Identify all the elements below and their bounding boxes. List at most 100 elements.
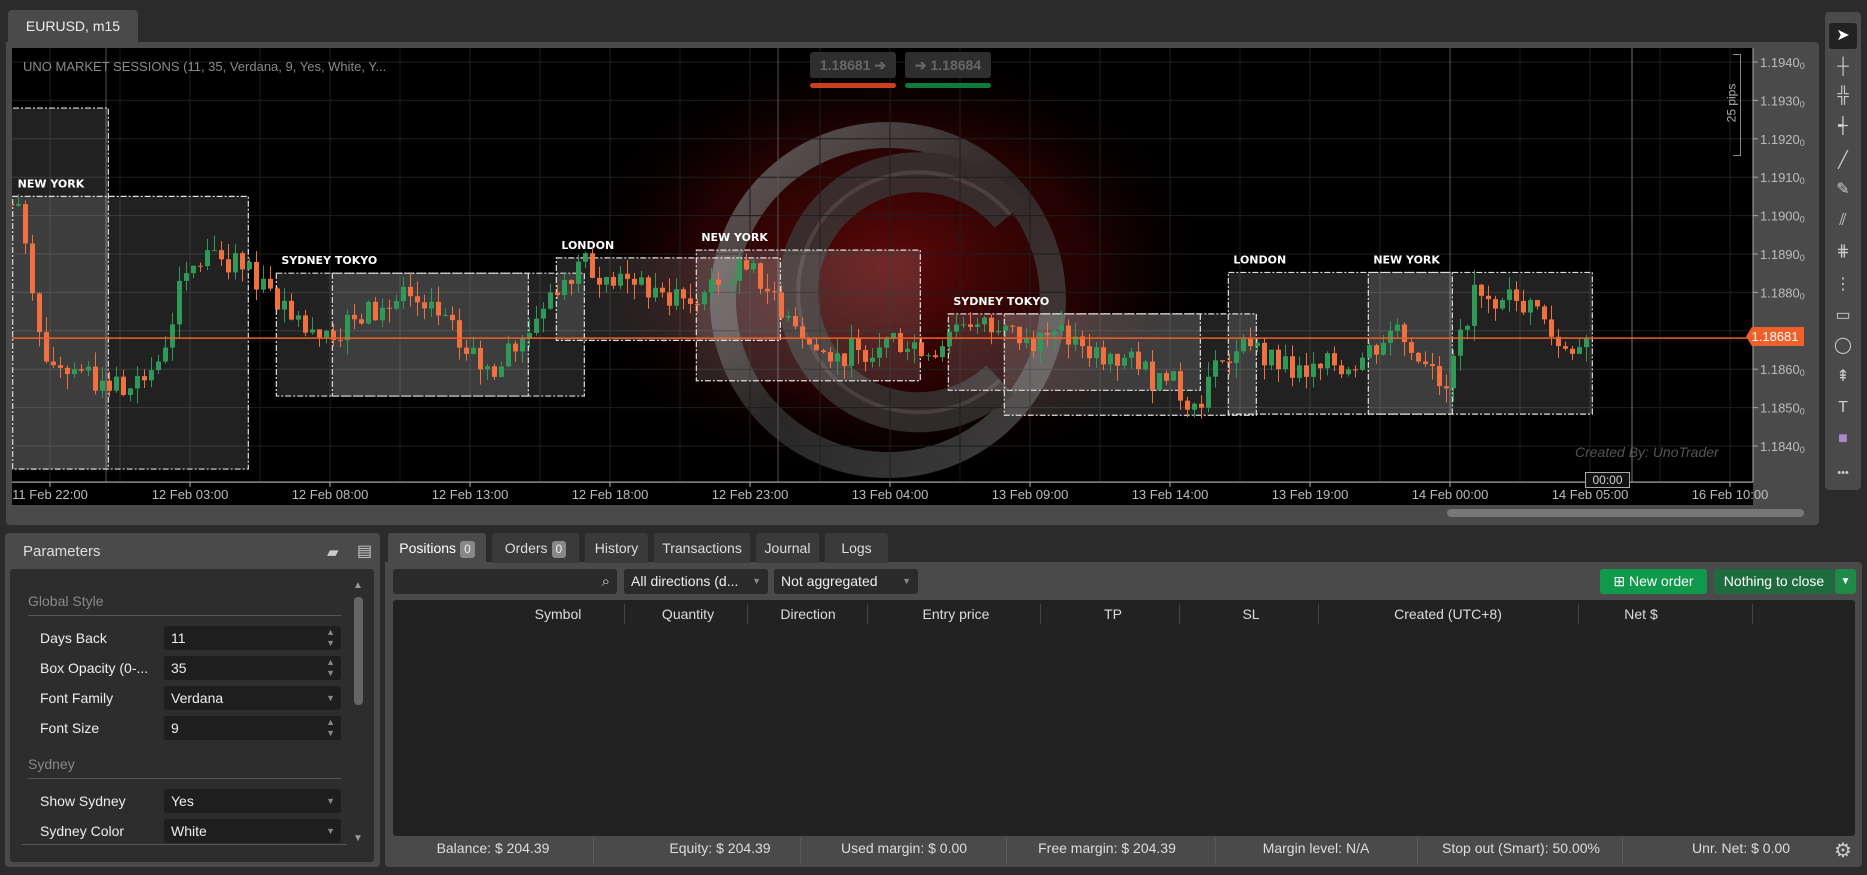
candle-body	[688, 298, 693, 304]
candle-body	[359, 319, 364, 324]
candle-body	[800, 326, 805, 339]
candle-body	[177, 280, 182, 325]
more-icon[interactable]: •••	[1829, 460, 1857, 486]
column-header[interactable]: Created (UTC+8)	[1394, 606, 1502, 622]
rectangle-icon[interactable]: ▭	[1829, 303, 1857, 329]
candle-body	[205, 250, 210, 267]
candle-body	[884, 338, 889, 348]
save-icon[interactable]: ▤	[357, 541, 372, 561]
cursor-icon[interactable]: ➤	[1829, 23, 1857, 49]
positions-search-input[interactable]: ⌕	[393, 569, 617, 594]
candle-body	[198, 265, 203, 267]
trendline-icon[interactable]: ╱	[1829, 148, 1857, 174]
fibonacci-expansion-icon[interactable]: ⫽	[1829, 208, 1857, 234]
account-stat: Used margin: $ 0.00	[840, 840, 968, 856]
candle-body	[744, 260, 749, 270]
chevron-down-icon: ▼	[326, 796, 335, 806]
session-label: NEW YORK	[1373, 253, 1440, 266]
chart-scroll-thumb[interactable]	[1447, 509, 1804, 517]
close-positions-button[interactable]: Nothing to close	[1714, 569, 1834, 594]
footer-divider	[1006, 838, 1007, 864]
candle-body	[12, 203, 14, 206]
aggregation-select[interactable]: Not aggregated ▼	[774, 569, 918, 594]
candle-body	[1325, 353, 1330, 369]
tab-journal[interactable]: Journal	[756, 533, 819, 563]
candle-body	[1346, 369, 1351, 375]
candle-body	[898, 333, 903, 353]
candle-body	[1458, 329, 1463, 356]
crosshair-icon[interactable]: ┼	[1829, 54, 1857, 80]
crosshair-magnet-icon[interactable]: ╬	[1829, 83, 1857, 109]
candle-body	[1290, 356, 1295, 378]
column-divider	[747, 604, 748, 624]
candle-body	[1199, 403, 1204, 408]
price-range-icon[interactable]: ⇞	[1829, 364, 1857, 390]
tab-history[interactable]: History	[585, 533, 648, 563]
candle-body	[1549, 319, 1554, 337]
stepper-icon[interactable]: ▲ ▼	[326, 656, 335, 679]
tab-orders[interactable]: Orders 0	[492, 533, 579, 563]
column-header[interactable]: Quantity	[662, 606, 714, 622]
candle-body	[1563, 346, 1568, 349]
candle-body	[1241, 337, 1246, 352]
sell-quote-button[interactable]: 1.18681 ➔	[810, 52, 896, 78]
parameter-select[interactable]: White ▼	[164, 819, 341, 843]
stepper-icon[interactable]: ▲ ▼	[326, 716, 335, 739]
tab-logs[interactable]: Logs	[825, 533, 888, 563]
session-label: SYDNEY TOKYO	[953, 295, 1049, 308]
candle-body	[1269, 349, 1274, 366]
open-folder-icon[interactable]: ▰	[327, 543, 339, 561]
tab-transactions[interactable]: Transactions	[654, 533, 750, 563]
parameter-input[interactable]: 35 ▲ ▼	[164, 656, 341, 680]
stepper-icon[interactable]: ▲ ▼	[326, 626, 335, 649]
column-header[interactable]: SL	[1242, 606, 1259, 622]
direction-filter-select[interactable]: All directions (d... ▼	[624, 569, 768, 594]
parameter-select[interactable]: Yes ▼	[164, 789, 341, 813]
divider	[22, 844, 347, 845]
session-label: NEW YORK	[18, 177, 85, 190]
fibonacci-icon[interactable]: ⋮	[1829, 272, 1857, 298]
scroll-up-icon[interactable]: ▲	[353, 580, 363, 591]
candle-body	[863, 350, 868, 362]
candle-body	[765, 288, 770, 292]
parameter-select[interactable]: Verdana ▼	[164, 686, 341, 710]
column-header[interactable]: TP	[1104, 606, 1122, 622]
close-options-dropdown[interactable]: ▼	[1835, 569, 1856, 594]
parameters-scrollbar[interactable]	[354, 597, 363, 705]
column-header[interactable]: Entry price	[923, 606, 990, 622]
candle-body	[142, 376, 147, 381]
ellipse-icon[interactable]: ◯	[1829, 333, 1857, 359]
session-label: LONDON	[1233, 253, 1286, 266]
new-order-button[interactable]: ⊞ New order	[1600, 569, 1707, 594]
tab-positions[interactable]: Positions 0	[388, 533, 486, 563]
column-header[interactable]: Net $	[1624, 606, 1657, 622]
color-swatch-icon[interactable]: ■	[1829, 426, 1857, 452]
account-stat: Equity: $ 204.39	[669, 840, 771, 856]
candle-body	[121, 376, 126, 395]
x-tick-label: 12 Feb 08:00	[292, 487, 369, 502]
candle-body	[933, 355, 938, 358]
candle-body	[667, 292, 672, 306]
candle-body	[828, 352, 833, 362]
candle-body	[401, 286, 406, 302]
parameter-input[interactable]: 11 ▲ ▼	[164, 626, 341, 650]
candle-body	[604, 277, 609, 285]
footer-divider	[800, 838, 801, 864]
candle-body	[219, 250, 224, 260]
pencil-icon[interactable]: ✎	[1829, 177, 1857, 203]
candle-body	[366, 301, 371, 324]
candle-body	[751, 263, 756, 270]
add-point-icon[interactable]: ┽	[1829, 114, 1857, 140]
candle-body	[1038, 333, 1043, 352]
parameter-input[interactable]: 9 ▲ ▼	[164, 716, 341, 740]
text-icon[interactable]: T	[1829, 395, 1857, 421]
candle-body	[1402, 324, 1407, 343]
buy-quote-button[interactable]: ➔ 1.18684	[905, 52, 991, 78]
scroll-down-icon[interactable]: ▼	[353, 833, 363, 844]
column-header[interactable]: Direction	[780, 606, 835, 622]
channel-icon[interactable]: ⋕	[1829, 239, 1857, 265]
candle-body	[1514, 289, 1519, 301]
settings-gear-icon[interactable]: ⚙	[1834, 838, 1852, 863]
column-header[interactable]: Symbol	[535, 606, 582, 622]
candle-body	[72, 369, 77, 375]
